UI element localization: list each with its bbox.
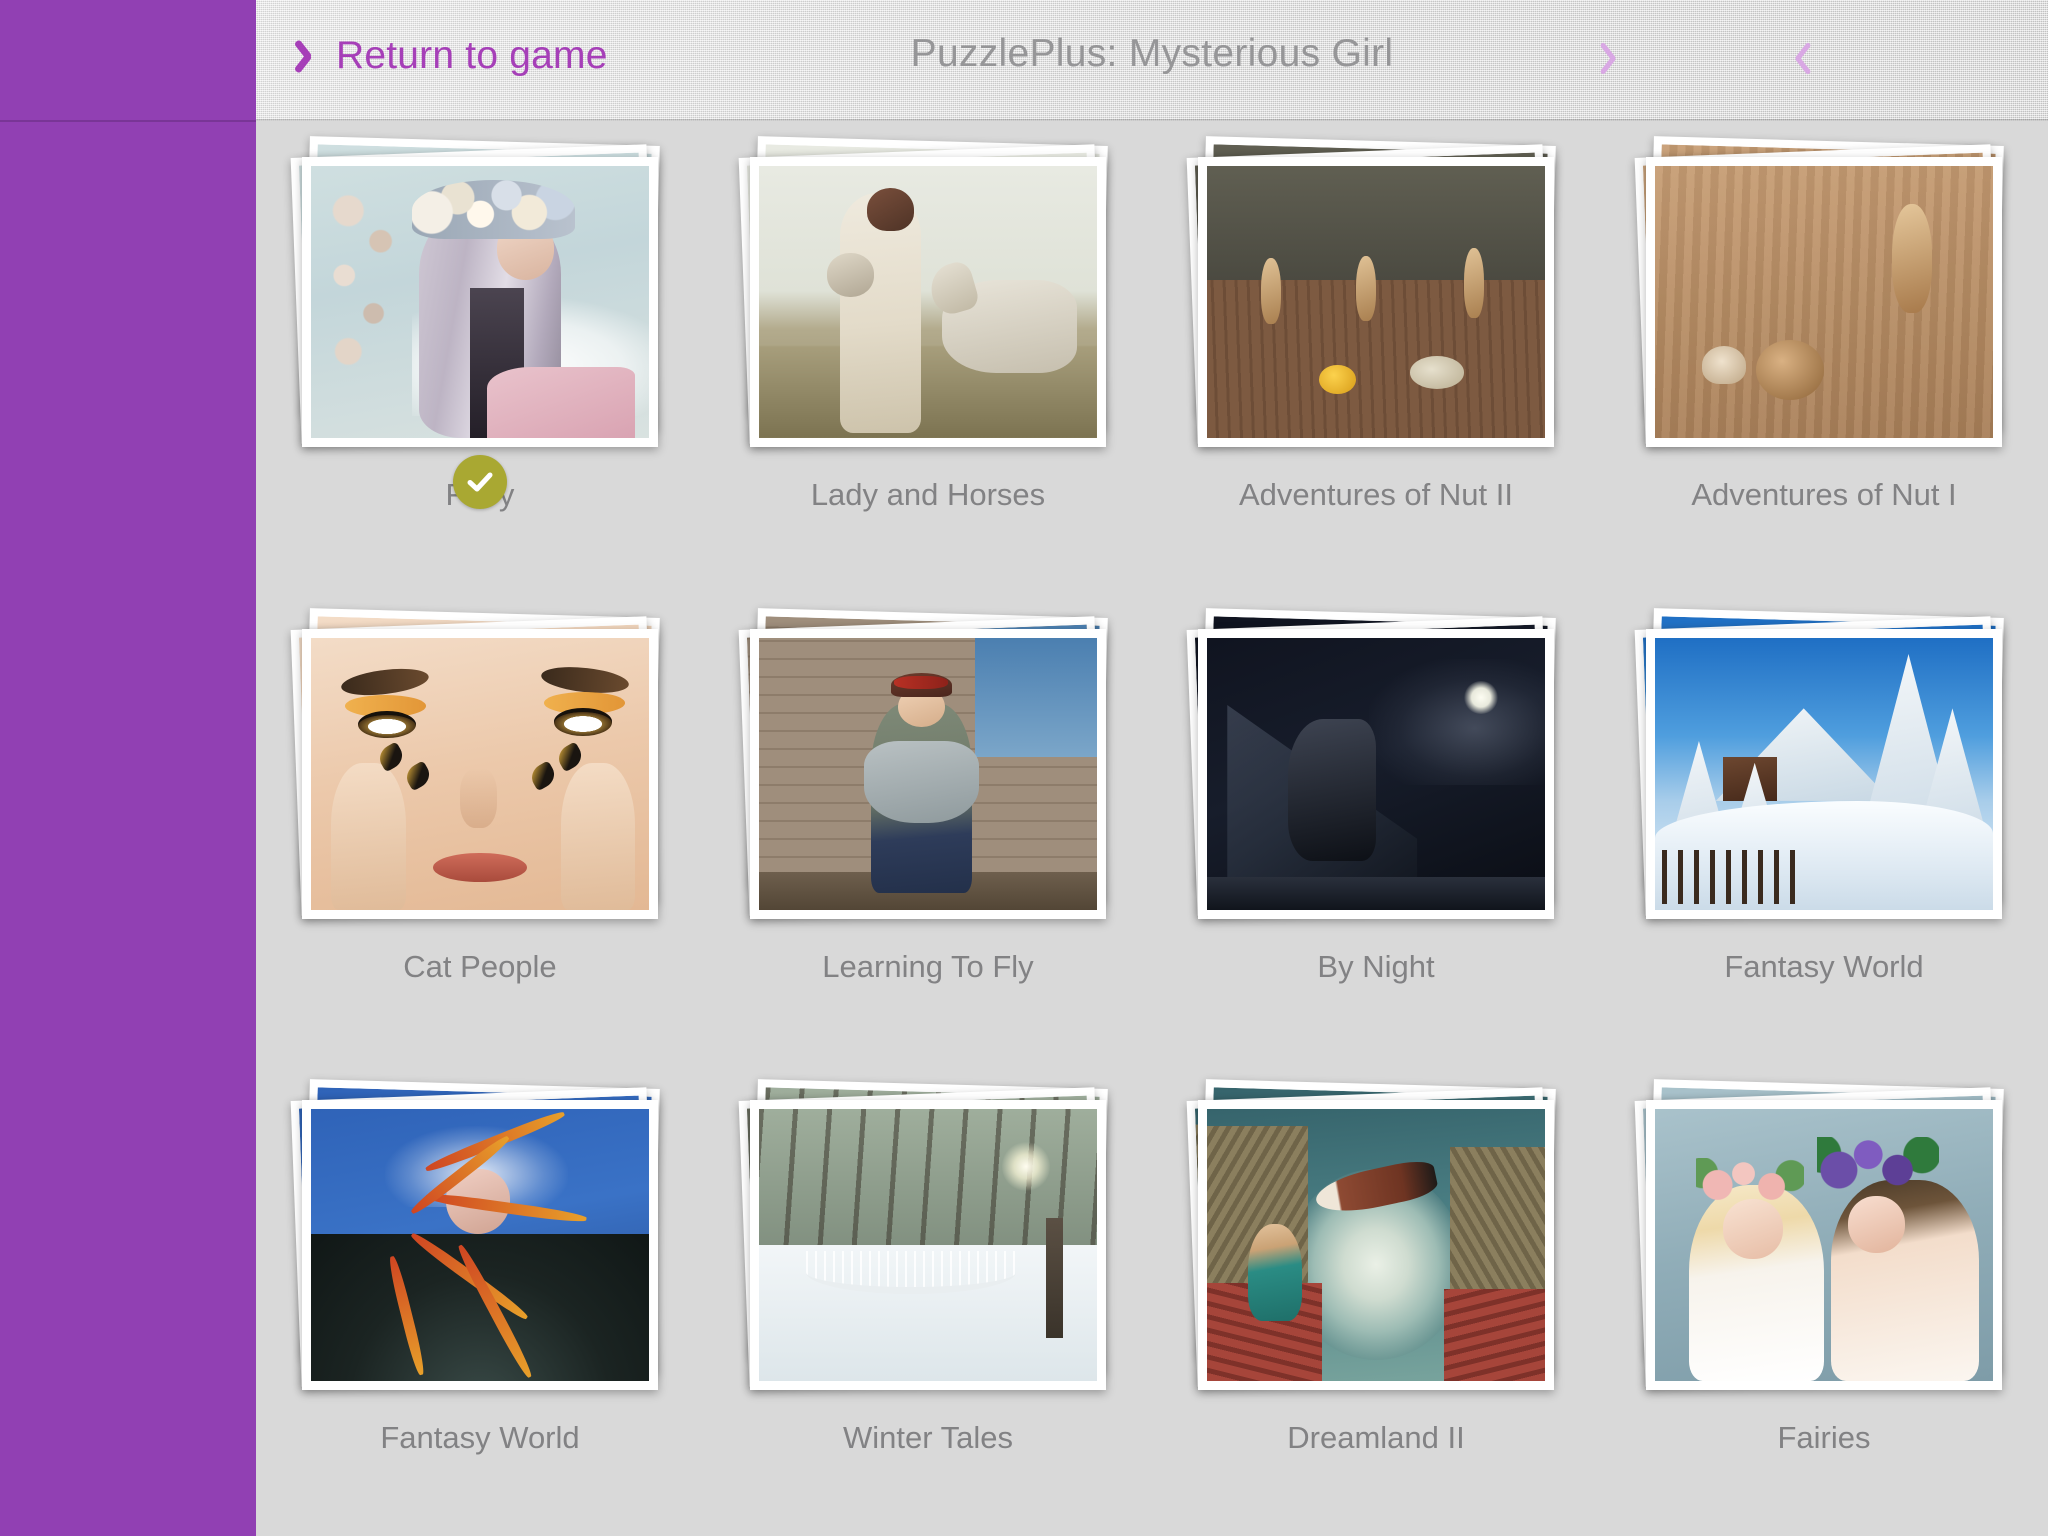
puzzle-title-label: Fairies <box>1777 1420 1871 1456</box>
photo-card-front <box>750 1100 1106 1391</box>
puzzle-cell[interactable]: Fairy <box>256 121 704 593</box>
puzzle-thumbnail-stack[interactable] <box>290 1079 670 1404</box>
puzzle-cell[interactable]: Fairies <box>1600 1064 2048 1536</box>
puzzle-title-label: Lady and Horses <box>810 477 1046 512</box>
header-bar: Return to game PuzzlePlus: Mysterious Gi… <box>256 0 2048 121</box>
puzzle-preview-image <box>759 637 1097 910</box>
puzzle-cell[interactable]: Adventures of Nut II <box>1152 121 1600 593</box>
puzzle-title-label: By Night <box>1317 948 1435 984</box>
chevron-left-icon <box>300 37 322 75</box>
puzzle-title-label: Adventures of Nut I <box>1691 477 1957 512</box>
puzzle-grid: Fairy Lady and Horses Adventures of Nut II… <box>256 121 2048 1536</box>
return-to-game-label: Return to game <box>336 34 608 77</box>
puzzle-title-label: Learning To Fly <box>822 948 1034 984</box>
puzzle-preview-image <box>1655 1109 1993 1382</box>
puzzle-cell[interactable]: Learning To Fly <box>704 593 1152 1065</box>
puzzle-thumbnail-stack[interactable] <box>290 136 670 509</box>
puzzle-title-label: Dreamland II <box>1287 1420 1465 1456</box>
puzzle-preview-image <box>759 1109 1097 1382</box>
photo-card-front <box>302 1100 658 1391</box>
selected-check-badge <box>453 455 507 509</box>
puzzle-preview-image <box>1655 166 1993 438</box>
check-icon <box>467 472 493 492</box>
puzzle-thumbnail-stack[interactable] <box>1186 607 1566 933</box>
photo-card-front <box>302 628 658 919</box>
puzzle-cell[interactable]: Cat People <box>256 593 704 1065</box>
puzzle-thumbnail-stack[interactable] <box>738 1079 1118 1404</box>
photo-card-front <box>750 157 1106 447</box>
previous-page-button[interactable] <box>1586 30 1648 92</box>
puzzle-cell[interactable]: Adventures of Nut I <box>1600 121 2048 593</box>
header-divider <box>256 119 2048 121</box>
puzzle-title-label: Adventures of Nut II <box>1239 477 1513 512</box>
return-to-game-button[interactable]: Return to game <box>290 28 618 84</box>
puzzle-thumbnail-stack[interactable] <box>290 607 670 933</box>
puzzle-thumbnail-stack[interactable] <box>1634 136 2014 461</box>
puzzle-title-label: Cat People <box>403 948 557 984</box>
puzzle-cell[interactable]: Lady and Horses <box>704 121 1152 593</box>
puzzle-cell[interactable]: Winter Tales <box>704 1064 1152 1536</box>
photo-card-front <box>1646 157 2002 447</box>
puzzle-preview-image <box>311 166 649 438</box>
puzzle-cell[interactable]: Dreamland II <box>1152 1064 1600 1536</box>
puzzle-preview-image <box>1207 637 1545 910</box>
puzzle-preview-image <box>759 166 1097 438</box>
puzzle-thumbnail-stack[interactable] <box>1634 1079 2014 1404</box>
photo-card-front <box>1646 1100 2002 1391</box>
puzzle-thumbnail-stack[interactable] <box>1634 607 2014 933</box>
puzzle-cell[interactable]: Fantasy World <box>1600 593 2048 1065</box>
photo-card-front <box>302 157 658 447</box>
puzzle-thumbnail-stack[interactable] <box>738 607 1118 933</box>
puzzle-preview-image <box>1207 1109 1545 1382</box>
photo-card-front <box>1198 628 1554 919</box>
puzzle-preview-image <box>311 637 649 910</box>
puzzle-title-label: Fantasy World <box>380 1420 580 1456</box>
puzzle-preview-image <box>1207 166 1545 438</box>
puzzle-cell[interactable]: Fantasy World <box>256 1064 704 1536</box>
photo-card-front <box>1646 628 2002 919</box>
puzzle-title-label: Winter Tales <box>843 1420 1013 1456</box>
puzzle-preview-image <box>311 1109 649 1382</box>
puzzle-preview-image <box>1655 637 1993 910</box>
photo-card-front <box>1198 1100 1554 1391</box>
puzzle-title-label: Fantasy World <box>1724 948 1924 984</box>
puzzle-thumbnail-stack[interactable] <box>1186 1079 1566 1404</box>
puzzle-thumbnail-stack[interactable] <box>738 136 1118 461</box>
puzzle-cell[interactable]: By Night <box>1152 593 1600 1065</box>
sidebar-divider <box>0 120 256 122</box>
puzzle-thumbnail-stack[interactable] <box>1186 136 1566 461</box>
next-page-button[interactable] <box>1768 30 1830 92</box>
puzzle-picker-screen: Return to game PuzzlePlus: Mysterious Gi… <box>0 0 2048 1536</box>
photo-card-front <box>1198 157 1554 447</box>
photo-card-front <box>750 628 1106 919</box>
sidebar-rail <box>0 0 256 1536</box>
